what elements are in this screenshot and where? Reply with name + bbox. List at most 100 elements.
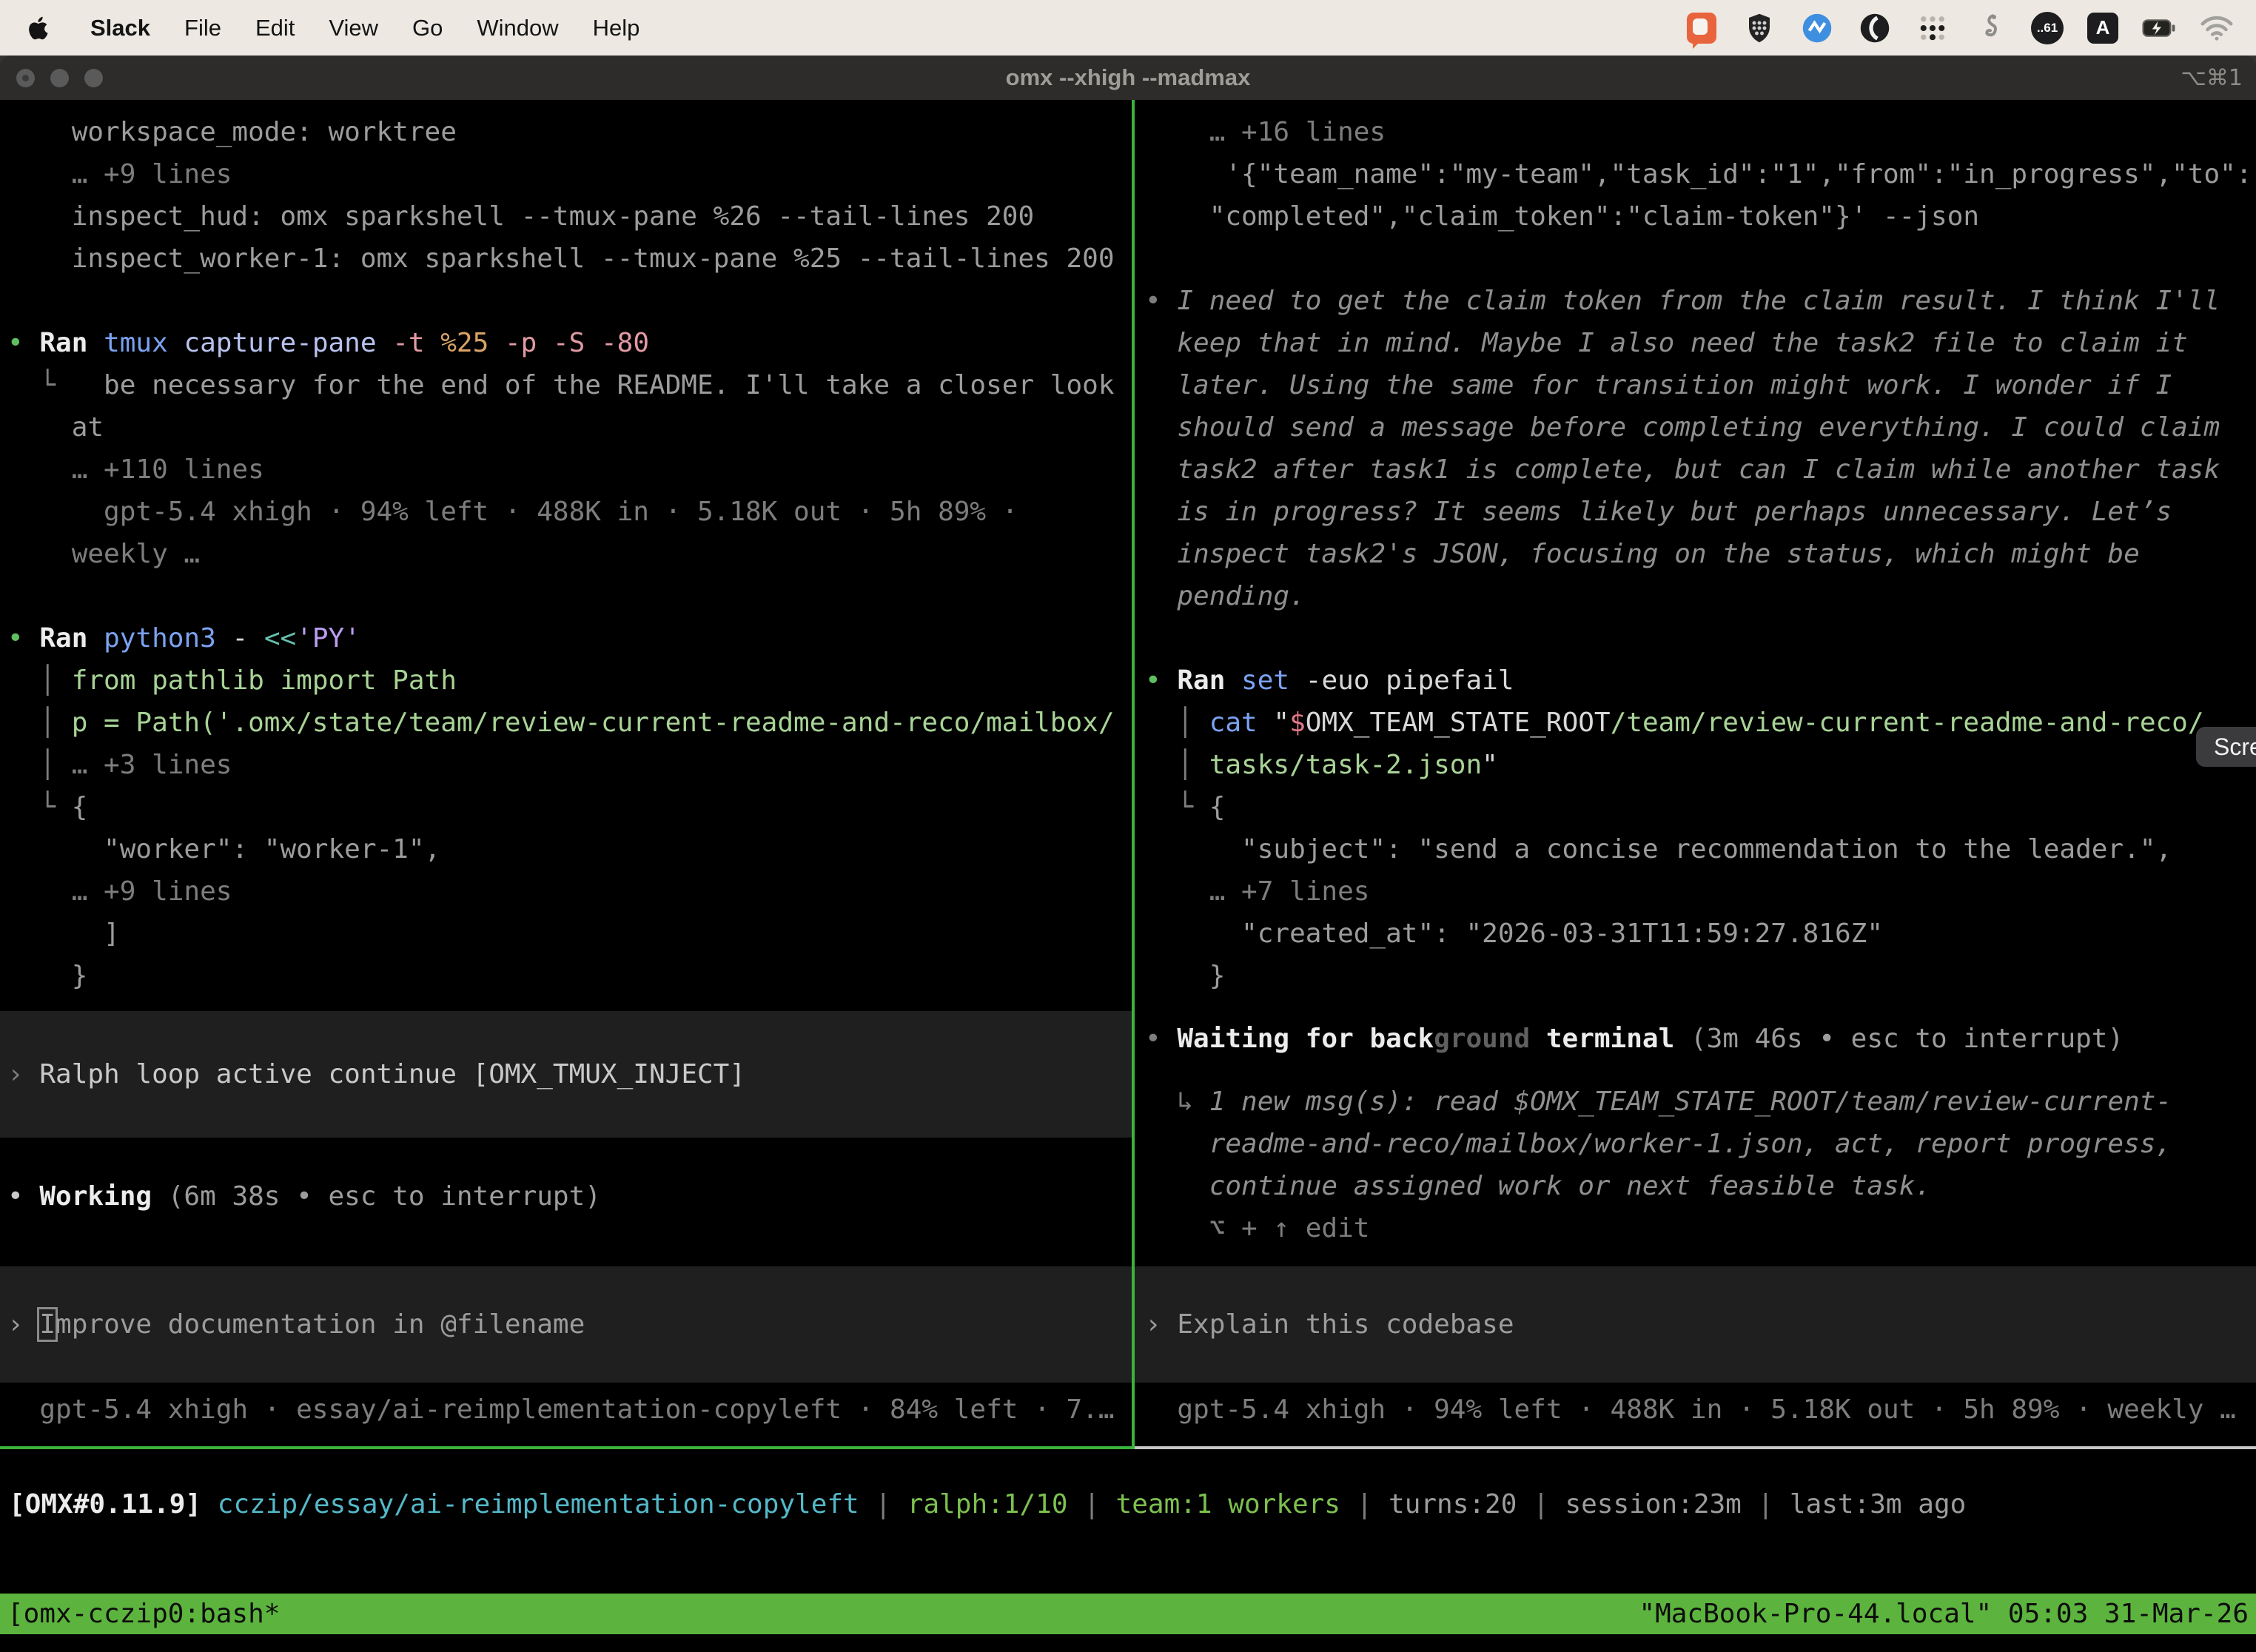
terminal-line: │ p = Path('.omx/state/team/review-curre… [0,702,1132,744]
menu-item-help[interactable]: Help [593,15,640,41]
terminal-line: "created_at": "2026-03-31T11:59:27.816Z" [1135,913,2256,955]
right-pane-output: … +16 lines '{"team_name":"my-team","tas… [1135,111,2256,1249]
speed-bolt-icon[interactable] [1800,11,1834,45]
terminal-line: │ cat "$OMX_TEAM_STATE_ROOT/team/review-… [1135,702,2256,744]
terminal-line: • Ran tmux capture-pane -t %25 -p -S -80 [0,322,1132,364]
terminal-line [1135,617,2256,659]
terminal-line: is in progress? It seems likely but perh… [1135,491,2256,533]
terminal-line: │ from pathlib import Path [0,659,1132,702]
tmux-host-clock: "MacBook-Pro-44.local" 05:03 31-Mar-26 [1639,1599,2249,1629]
traffic-lights [0,69,103,87]
prompt-input-left-text[interactable]: › Improve documentation in @filename [0,1303,585,1346]
terminal-output: … +16 lines '{"team_name":"my-team","tas… [1135,111,2256,1249]
left-pane-bottom: › Improve documentation in @filename gpt… [0,1266,1132,1446]
tmux-panes: workspace_mode: worktree … +9 lines insp… [0,100,2256,1449]
terminal-line: readme-and-reco/mailbox/worker-1.json, a… [1135,1123,2256,1165]
ralph-loop-banner: › Ralph loop active continue [OMX_TMUX_I… [0,1011,1132,1138]
terminal-line: should send a message before completing … [1135,406,2256,449]
prompt-input-right-text[interactable]: › Explain this codebase [1135,1303,1514,1346]
terminal-line: … +110 lines [0,449,1132,491]
terminal-line: • Ran set -euo pipefail [1135,659,2256,702]
wifi-icon[interactable] [2200,11,2234,45]
menu-left: Slack File Edit View Go Window Help [22,11,639,45]
terminal-line: gpt-5.4 xhigh · 94% left · 488K in · 5.1… [0,491,1132,533]
squiggle-icon[interactable] [1973,11,2007,45]
screen-overlay-label: Scre [2214,733,2256,761]
terminal-line [0,280,1132,322]
terminal-line: › Ralph loop active continue [OMX_TMUX_I… [0,1053,1132,1095]
window-shortcut-hint: ⌥⌘1 [2181,65,2243,91]
battery-icon[interactable] [2142,11,2176,45]
menu-item-view[interactable]: View [329,15,378,41]
tmux-session-label: [omx-cczip0:bash* [7,1599,280,1629]
terminal-line: continue assigned work or next feasible … [1135,1165,2256,1207]
menu-items: File Edit View Go Window Help [184,15,639,41]
terminal-line: } [0,955,1132,997]
terminal-line: • Working (6m 38s • esc to interrupt) [0,1175,1132,1218]
terminal-line: └ { [0,786,1132,828]
zoom-button[interactable] [84,69,103,87]
count-badge-icon[interactable]: ..61 [2031,12,2064,44]
terminal-window: omx --xhigh --madmax ⌥⌘1 workspace_mode:… [0,56,2256,1652]
window-title: omx --xhigh --madmax [0,64,2256,91]
terminal-line: } [1135,955,2256,997]
screen: Slack File Edit View Go Window Help ..61 A [0,0,2256,1652]
crescent-icon[interactable] [1858,11,1892,45]
tmux-status-bar: [omx-cczip0:bash* "MacBook-Pro-44.local"… [0,1594,2256,1634]
minimize-button[interactable] [50,69,69,87]
terminal-line: … +9 lines [0,870,1132,913]
menu-item-file[interactable]: File [184,15,221,41]
terminal-line: weekly … [0,533,1132,575]
working-line-block: • Working (6m 38s • esc to interrupt) [0,1175,1132,1218]
right-pane-bottom: › Explain this codebase gpt-5.4 xhigh · … [1135,1266,2256,1446]
terminal-line: └ { [1135,786,2256,828]
terminal-line: • Waiting for background terminal (3m 46… [1135,1018,2256,1060]
terminal-line: • I need to get the claim token from the… [1135,280,2256,322]
terminal-line: later. Using the same for transition mig… [1135,364,2256,406]
menu-item-window[interactable]: Window [477,15,558,41]
terminal-line: keep that in mind. Maybe I also need the… [1135,322,2256,364]
terminal-line: ] [0,913,1132,955]
omx-status-line: [OMX#0.11.9] cczip/essay/ai-reimplementa… [0,1483,2256,1525]
terminal-line: inspect_hud: omx sparkshell --tmux-pane … [0,195,1132,238]
apple-menu-icon[interactable] [22,11,56,45]
left-pane-status: gpt-5.4 xhigh · essay/ai-reimplementatio… [0,1389,1132,1431]
dots-grid-icon[interactable] [1916,11,1950,45]
status-icons: ..61 A [1685,11,2234,45]
close-button[interactable] [16,69,35,87]
terminal-line: … +7 lines [1135,870,2256,913]
title-bar[interactable]: omx --xhigh --madmax ⌥⌘1 [0,56,2256,100]
chat-notification-icon[interactable] [1685,11,1719,45]
menu-item-edit[interactable]: Edit [255,15,295,41]
input-source-icon[interactable]: A [2087,13,2118,44]
terminal-line: pending. [1135,575,2256,617]
terminal-line: │ tasks/task-2.json" [1135,744,2256,786]
right-pane-status: gpt-5.4 xhigh · 94% left · 488K in · 5.1… [1135,1389,2256,1431]
menu-item-go[interactable]: Go [412,15,443,41]
screen-overlay-tooltip: Scre [2196,727,2256,767]
terminal-line: at [0,406,1132,449]
left-pane-output: workspace_mode: worktree … +9 lines insp… [0,111,1132,1218]
prompt-input-left[interactable]: › Improve documentation in @filename [0,1266,1132,1383]
right-pane[interactable]: … +16 lines '{"team_name":"my-team","tas… [1135,100,2256,1449]
terminal-line: … +16 lines [1135,111,2256,153]
terminal-line: task2 after task1 is complete, but can I… [1135,449,2256,491]
left-pane[interactable]: workspace_mode: worktree … +9 lines insp… [0,100,1135,1449]
terminal-line: workspace_mode: worktree [0,111,1132,153]
terminal-line: "completed","claim_token":"claim-token"}… [1135,195,2256,238]
terminal-line: └ be necessary for the end of the README… [0,364,1132,406]
terminal-line: inspect task2's JSON, focusing on the st… [1135,533,2256,575]
terminal-line: '{"team_name":"my-team","task_id":"1","f… [1135,153,2256,195]
shield-grid-icon[interactable] [1742,11,1776,45]
menu-item-slack[interactable]: Slack [90,15,150,41]
terminal-line: … +9 lines [0,153,1132,195]
terminal-output: workspace_mode: worktree … +9 lines insp… [0,111,1132,997]
terminal-line [0,575,1132,617]
terminal-line: inspect_worker-1: omx sparkshell --tmux-… [0,238,1132,280]
prompt-input-right[interactable]: › Explain this codebase [1135,1266,2256,1383]
terminal-line: • Ran python3 - <<'PY' [0,617,1132,659]
menu-bar: Slack File Edit View Go Window Help ..61 A [0,0,2256,56]
terminal-line: ⌥ + ↑ edit [1135,1207,2256,1249]
terminal-line [1135,238,2256,280]
terminal-line: "subject": "send a concise recommendatio… [1135,828,2256,870]
